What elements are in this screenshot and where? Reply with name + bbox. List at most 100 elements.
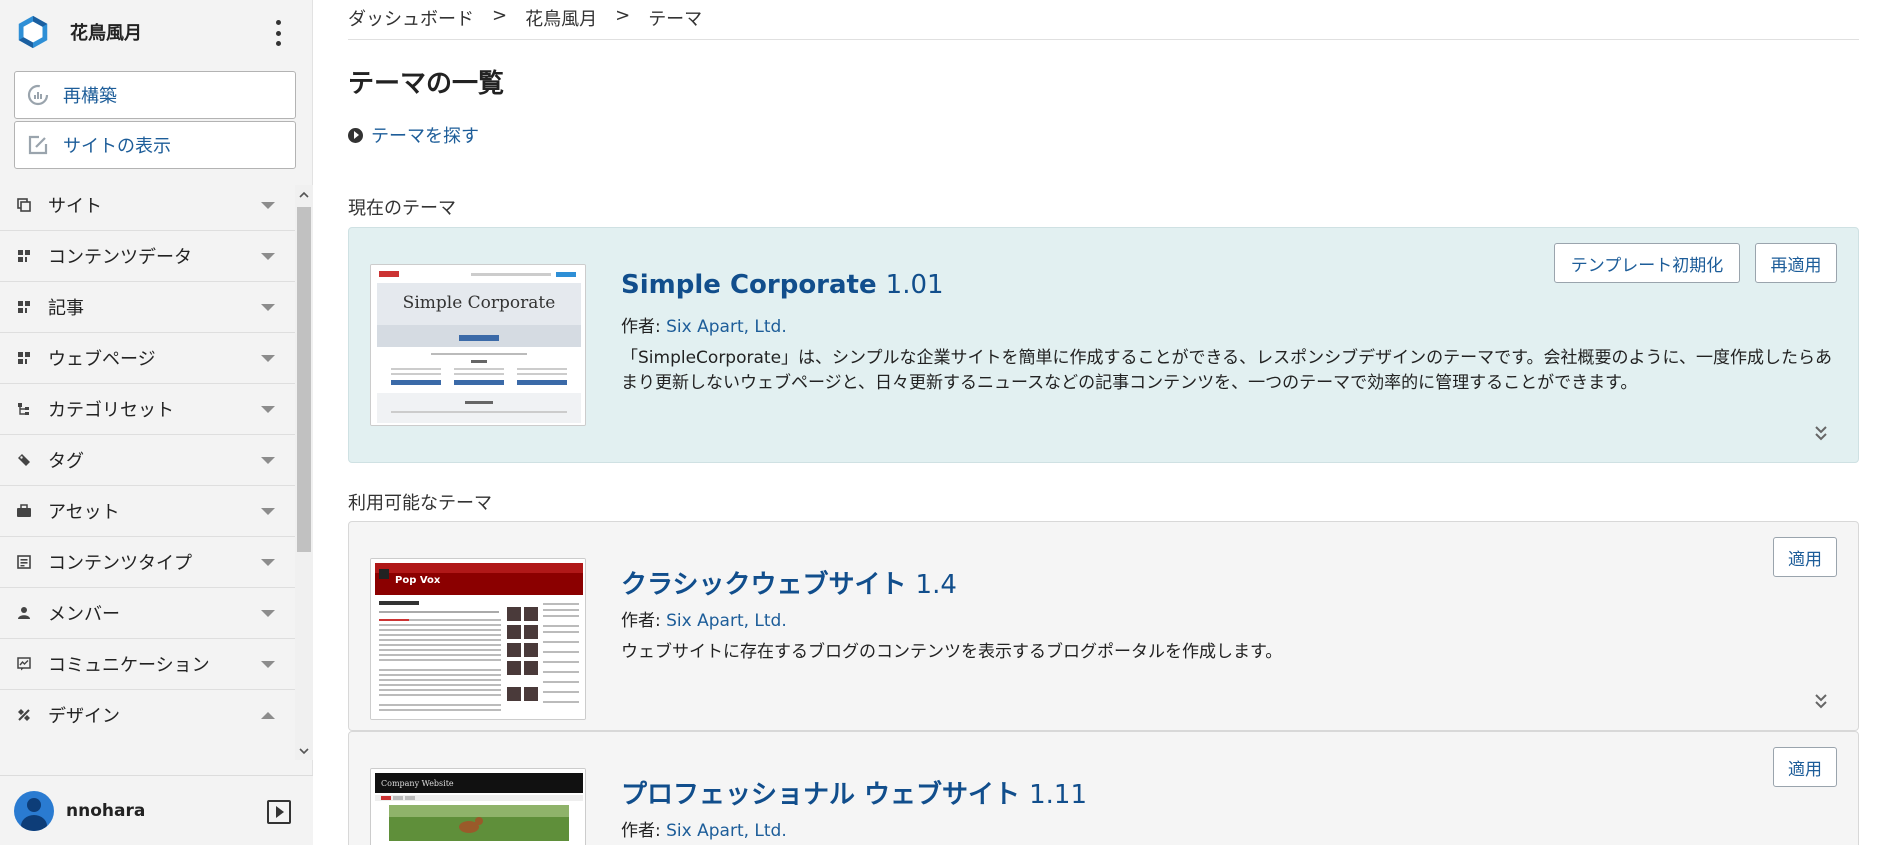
edit-square-icon [28, 135, 48, 155]
breadcrumb-current: テーマ [648, 9, 703, 30]
sidebar-item-label: コミュニケーション [48, 655, 210, 676]
scroll-up-icon[interactable] [295, 185, 313, 203]
theme-author: 作者: Six Apart, Ltd. [621, 816, 787, 841]
divider [348, 39, 1859, 40]
rebuild-label: 再構築 [63, 86, 117, 107]
sidebar-scrollbar[interactable] [295, 185, 313, 760]
theme-name[interactable]: プロフェッショナル ウェブサイト 1.11 [621, 774, 1087, 811]
author-label: 作者: [621, 821, 661, 841]
chevron-down-icon [261, 661, 275, 668]
page-title: テーマの一覧 [348, 69, 505, 99]
sidebar-item-label: デザイン [48, 706, 120, 727]
thumbnail-title: Pop Vox [395, 575, 441, 586]
chevron-down-icon [261, 457, 275, 464]
current-theme-card: Simple Corporate Simple Corporate 1.01 作… [348, 227, 1859, 463]
more-menu-icon[interactable] [273, 20, 283, 46]
reapply-button[interactable]: 再適用 [1755, 243, 1837, 283]
sidebar-item-label: タグ [48, 451, 84, 472]
theme-name-text: Simple Corporate [621, 270, 877, 300]
sidebar-item-entries[interactable]: 記事 [0, 282, 295, 333]
sidebar-item-label: ウェブページ [48, 349, 156, 370]
content-type-icon [16, 554, 32, 570]
expand-details-icon[interactable] [1814, 692, 1828, 710]
chevron-down-icon [261, 253, 275, 260]
communication-icon [16, 656, 32, 672]
author-link[interactable]: Six Apart, Ltd. [666, 821, 787, 841]
collapse-sidebar-icon[interactable] [267, 800, 291, 824]
chevron-down-icon [261, 406, 275, 413]
sidebar-item-label: メンバー [48, 604, 120, 625]
sidebar-item-label: サイト [48, 196, 102, 217]
rebuild-button[interactable]: 再構築 [14, 71, 296, 119]
rebuild-icon [27, 84, 49, 106]
breadcrumb-site[interactable]: 花鳥風月 [525, 5, 597, 31]
theme-description: 「SimpleCorporate」は、シンプルな企業サイトを簡単に作成することが… [621, 348, 1832, 393]
breadcrumb-dashboard[interactable]: ダッシュボード [348, 5, 474, 31]
thumbnail-title: Simple Corporate [403, 293, 556, 313]
sidebar-item-label: カテゴリセット [48, 400, 174, 421]
sidebar-item-webpages[interactable]: ウェブページ [0, 333, 295, 384]
brand-name: 花鳥風月 [70, 23, 142, 44]
author-link[interactable]: Six Apart, Ltd. [666, 317, 787, 337]
sidebar-menu: サイト コンテンツデータ 記事 ウェブページ カテゴリセット タグ アセット コ… [0, 180, 295, 740]
user-name[interactable]: nnohara [66, 801, 145, 821]
breadcrumb-separator: > [492, 5, 508, 26]
scroll-down-icon[interactable] [295, 742, 313, 760]
sidebar-item-content-data[interactable]: コンテンツデータ [0, 231, 295, 282]
category-set-icon [16, 401, 32, 417]
design-icon [16, 707, 32, 723]
avatar[interactable] [14, 790, 54, 831]
theme-author: 作者: Six Apart, Ltd. [621, 312, 787, 337]
sidebar-item-tags[interactable]: タグ [0, 435, 295, 486]
tag-icon [16, 452, 32, 468]
theme-thumbnail: Pop Vox [370, 558, 586, 720]
theme-thumbnail: Simple Corporate [370, 264, 586, 426]
theme-author: 作者: Six Apart, Ltd. [621, 606, 787, 631]
sidebar: 花鳥風月 再構築 サイトの表示 サイト コンテンツデータ 記事 ウェブページ カ… [0, 0, 313, 845]
sidebar-item-communication[interactable]: コミュニケーション [0, 639, 295, 690]
apply-button[interactable]: 適用 [1773, 747, 1837, 787]
author-link[interactable]: Six Apart, Ltd. [666, 611, 787, 631]
chevron-down-icon [261, 355, 275, 362]
site-icon [16, 197, 32, 213]
author-label: 作者: [621, 611, 661, 631]
breadcrumb: ダッシュボード > 花鳥風月 > テーマ [348, 5, 702, 31]
theme-version: 1.4 [915, 570, 957, 600]
current-theme-heading: 現在のテーマ [348, 198, 456, 219]
expand-details-icon[interactable] [1814, 424, 1828, 442]
theme-version: 1.01 [885, 270, 944, 300]
chevron-down-icon [261, 304, 275, 311]
find-themes-link[interactable]: テーマを探す [348, 122, 479, 148]
reset-templates-button[interactable]: テンプレート初期化 [1554, 243, 1740, 283]
chevron-up-icon [261, 712, 275, 719]
sidebar-item-members[interactable]: メンバー [0, 588, 295, 639]
theme-name-text: クラシックウェブサイト [621, 570, 907, 600]
theme-description: ウェブサイトに存在するブログのコンテンツを表示するブログポータルを作成します。 [621, 642, 1283, 662]
sidebar-item-site[interactable]: サイト [0, 180, 295, 231]
chevron-down-icon [261, 202, 275, 209]
user-bar: nnohara [0, 775, 313, 845]
sidebar-item-label: コンテンツタイプ [48, 553, 192, 574]
theme-name[interactable]: Simple Corporate 1.01 [621, 270, 944, 300]
theme-name[interactable]: クラシックウェブサイト 1.4 [621, 564, 957, 601]
breadcrumb-separator: > [615, 5, 631, 26]
chevron-down-icon [261, 610, 275, 617]
view-site-button[interactable]: サイトの表示 [14, 121, 296, 169]
thumbnail-title: Company Website [381, 779, 454, 788]
entry-icon [16, 299, 32, 315]
chevron-down-icon [261, 559, 275, 566]
sidebar-item-assets[interactable]: アセット [0, 486, 295, 537]
theme-name-text: プロフェッショナル ウェブサイト [621, 780, 1021, 810]
author-label: 作者: [621, 317, 661, 337]
available-themes-heading: 利用可能なテーマ [348, 493, 492, 514]
sidebar-item-label: 記事 [48, 298, 84, 319]
sidebar-item-category-sets[interactable]: カテゴリセット [0, 384, 295, 435]
sidebar-item-design[interactable]: デザイン [0, 690, 295, 740]
scroll-thumb[interactable] [297, 207, 311, 552]
apply-button[interactable]: 適用 [1773, 537, 1837, 577]
play-circle-icon [348, 127, 363, 143]
brand-logo-icon[interactable] [14, 13, 52, 51]
content-data-icon [16, 248, 32, 264]
sidebar-item-content-types[interactable]: コンテンツタイプ [0, 537, 295, 588]
theme-thumbnail: Company Website [370, 768, 586, 845]
